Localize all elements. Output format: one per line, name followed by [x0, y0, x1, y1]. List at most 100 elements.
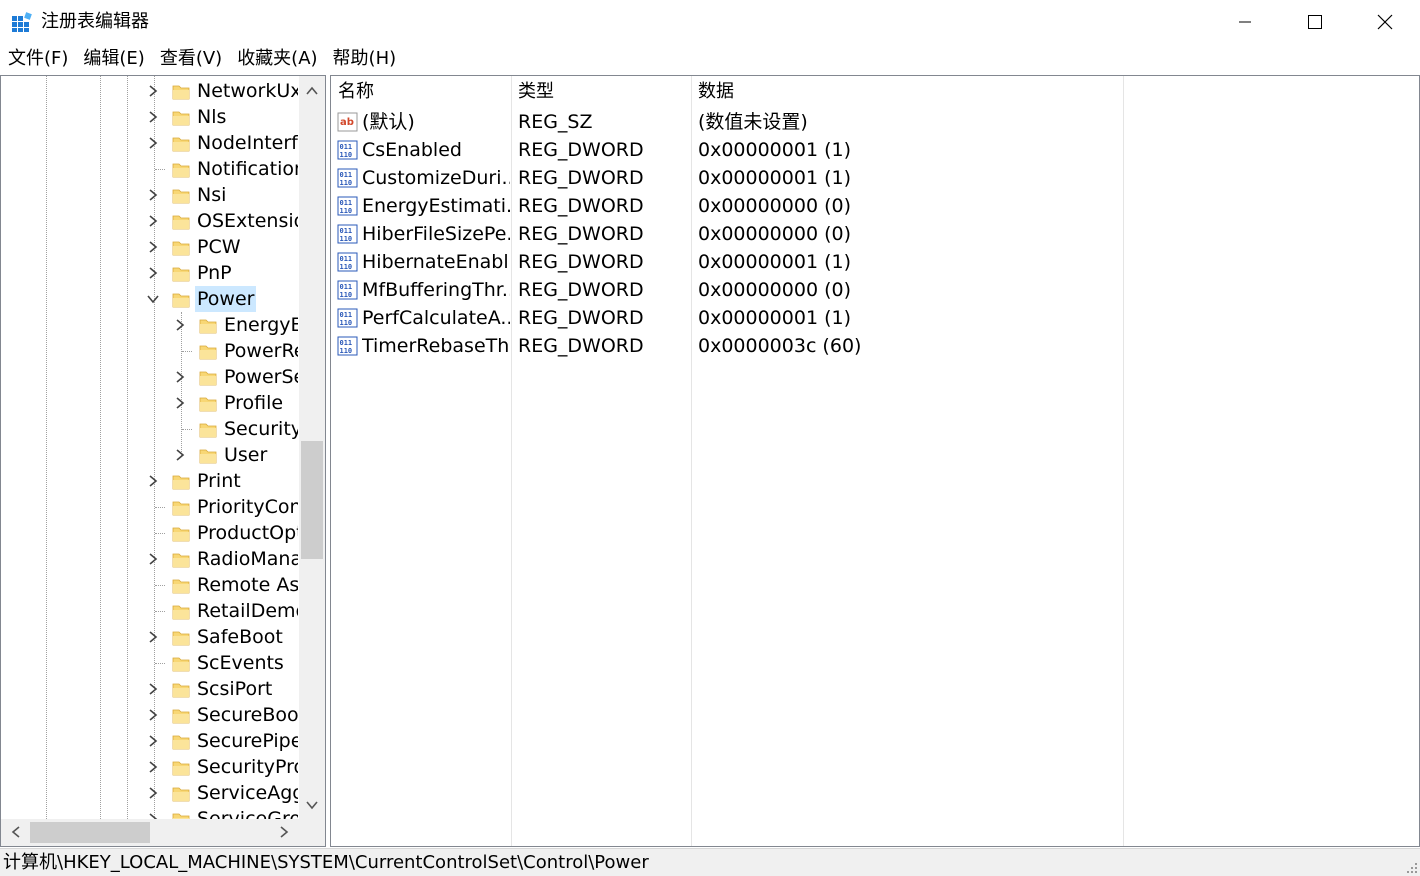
expand-chevron-icon[interactable] [147, 787, 159, 799]
value-name: MfBufferingThr... [362, 279, 510, 301]
tree-item-label: Nsi [197, 184, 227, 206]
menu-help[interactable]: 帮助(H) [325, 44, 404, 74]
tree-item[interactable]: NetworkUxl [1, 78, 298, 104]
tree-item[interactable]: SafeBoot [1, 624, 298, 650]
scroll-left-icon[interactable] [9, 825, 23, 839]
expand-chevron-icon[interactable] [147, 137, 159, 149]
value-row[interactable]: 011110TimerRebaseTh...REG_DWORD0x0000003… [331, 332, 1419, 360]
expand-chevron-icon[interactable] [147, 631, 159, 643]
tree-item-label: ProductOpt [197, 522, 298, 544]
expand-chevron-icon[interactable] [147, 683, 159, 695]
value-row[interactable]: 011 110 PerfCalculateA... REG_DWORD 0x000000… [331, 304, 1419, 332]
expand-chevron-icon[interactable] [147, 709, 159, 721]
status-bar: 计算机\HKEY_LOCAL_MACHINE\SYSTEM\CurrentCon… [0, 848, 1420, 876]
tree-item[interactable]: Remote Ass [1, 572, 298, 598]
value-row[interactable]: ab (默认) REG_SZ (数值未设置) [331, 108, 1419, 136]
values-list-pane[interactable]: 名称 类型 数据 ab (默认) REG_SZ (数值未设置) 011 110 CsEnab… [330, 75, 1420, 847]
value-type: REG_DWORD [518, 279, 644, 301]
tree-item[interactable]: PriorityCont [1, 494, 298, 520]
tree-item[interactable]: NodeInterfa [1, 130, 298, 156]
tree-vertical-scrollbar[interactable] [299, 76, 325, 819]
tree-item[interactable]: Profile [1, 390, 298, 416]
tree-item[interactable]: SecurePipeS [1, 728, 298, 754]
tree-item[interactable]: SecureBoot [1, 702, 298, 728]
expand-chevron-icon[interactable] [147, 85, 159, 97]
tree-horizontal-scrollbar[interactable] [1, 819, 325, 846]
close-button[interactable] [1350, 0, 1420, 44]
expand-chevron-icon[interactable] [174, 397, 186, 409]
tree-item[interactable]: Nsi [1, 182, 298, 208]
tree-vertical-scroll-thumb[interactable] [301, 441, 323, 559]
minimize-icon [1239, 21, 1251, 23]
value-row[interactable]: 011 110 CsEnabled REG_DWORD 0x00000001 (1) [331, 136, 1419, 164]
key-tree-pane[interactable]: NetworkUxl Nls NodeInterfa Notification Nsi O… [0, 75, 326, 847]
binary-value-icon: 011110 [337, 224, 358, 244]
tree-item[interactable]: ServiceGrou [1, 806, 298, 819]
expand-chevron-icon[interactable] [147, 215, 159, 227]
tree-item[interactable]: Print [1, 468, 298, 494]
collapse-chevron-icon[interactable] [147, 293, 159, 305]
minimize-button[interactable] [1210, 0, 1280, 44]
tree-item-label: PowerRe [224, 340, 298, 362]
maximize-icon [1308, 15, 1322, 29]
value-data: 0x00000001 (1) [698, 251, 851, 273]
tree-item[interactable]: Power [1, 286, 298, 312]
expand-chevron-icon[interactable] [147, 241, 159, 253]
expand-chevron-icon[interactable] [147, 553, 159, 565]
value-row[interactable]: 011 110 MfBufferingThr... REG_DWORD 0x000000… [331, 276, 1419, 304]
column-header-name[interactable]: 名称 [338, 76, 374, 108]
tree-item[interactable]: PowerSe [1, 364, 298, 390]
tree-item[interactable]: SecurityPro [1, 754, 298, 780]
tree-item[interactable]: RadioMana [1, 546, 298, 572]
tree-item[interactable]: EnergyEs [1, 312, 298, 338]
expand-chevron-icon[interactable] [174, 319, 186, 331]
column-header-data[interactable]: 数据 [698, 76, 734, 108]
tree-item[interactable]: RetailDemo [1, 598, 298, 624]
expand-chevron-icon[interactable] [147, 475, 159, 487]
svg-text:011: 011 [340, 255, 353, 263]
expand-chevron-icon[interactable] [147, 267, 159, 279]
expand-chevron-icon[interactable] [147, 111, 159, 123]
tree-item[interactable]: PnP [1, 260, 298, 286]
title-bar: 注册表编辑器 [0, 0, 1420, 44]
tree-item[interactable]: User [1, 442, 298, 468]
scroll-right-icon[interactable] [277, 825, 291, 839]
scroll-down-icon[interactable] [305, 798, 319, 812]
expand-chevron-icon[interactable] [147, 189, 159, 201]
tree-item[interactable]: Nls [1, 104, 298, 130]
value-row[interactable]: 011 110 HiberFileSizePe... REG_DWORD 0x00000… [331, 220, 1419, 248]
expand-chevron-icon[interactable] [174, 371, 186, 383]
tree-item[interactable]: SecurityI [1, 416, 298, 442]
expand-chevron-icon[interactable] [147, 735, 159, 747]
value-data: 0x0000003c (60) [698, 335, 862, 357]
menu-file[interactable]: 文件(F) [0, 44, 75, 74]
value-row[interactable]: 011 110 CustomizeDuri... REG_DWORD 0x0000000… [331, 164, 1419, 192]
expand-chevron-icon[interactable] [174, 449, 186, 461]
tree-item[interactable]: PCW [1, 234, 298, 260]
tree-item-label: PowerSe [224, 366, 298, 388]
column-header-type[interactable]: 类型 [518, 76, 554, 108]
folder-icon [172, 215, 190, 230]
tree-item[interactable]: ScsiPort [1, 676, 298, 702]
tree-item[interactable]: PowerRe [1, 338, 298, 364]
scroll-up-icon[interactable] [305, 84, 319, 98]
tree-item-label: SafeBoot [197, 626, 283, 648]
tree-item[interactable]: ProductOpt [1, 520, 298, 546]
tree-item-label: Power [195, 286, 257, 312]
menu-favorites[interactable]: 收藏夹(A) [229, 44, 324, 74]
value-row[interactable]: 011 110 EnergyEstimati... REG_DWORD 0x000000… [331, 192, 1419, 220]
menu-edit[interactable]: 编辑(E) [75, 44, 151, 74]
value-row[interactable]: 011110HibernateEnabl...REG_DWORD0x000000… [331, 248, 1419, 276]
menu-view[interactable]: 查看(V) [152, 44, 229, 74]
tree-item[interactable]: Notification [1, 156, 298, 182]
tree-item[interactable]: OSExtension [1, 208, 298, 234]
tree-item[interactable]: ServiceAggr [1, 780, 298, 806]
svg-text:110: 110 [340, 151, 353, 159]
tree-item-label: SecurePipeS [197, 730, 298, 752]
resize-grip-icon[interactable] [1404, 860, 1418, 874]
expand-chevron-icon[interactable] [147, 761, 159, 773]
tree-item[interactable]: ScEvents [1, 650, 298, 676]
maximize-button[interactable] [1280, 0, 1350, 44]
tree-horizontal-scroll-thumb[interactable] [30, 822, 150, 843]
value-data: 0x00000001 (1) [698, 139, 851, 161]
